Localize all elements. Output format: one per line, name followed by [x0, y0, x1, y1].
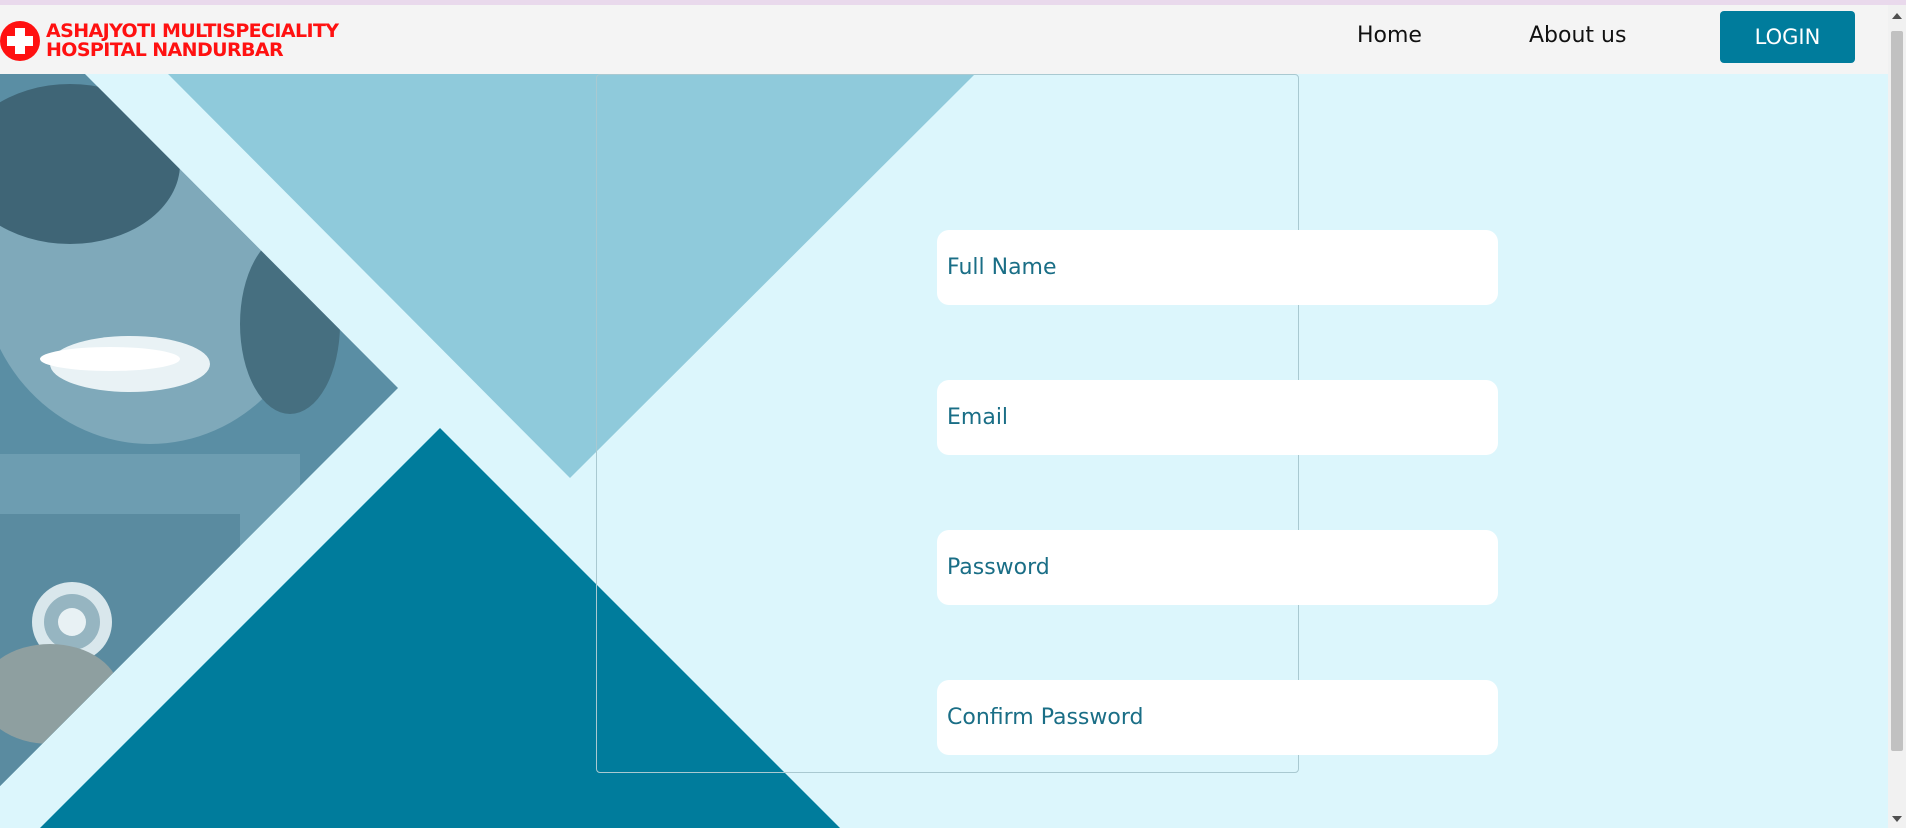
- login-button[interactable]: LOGIN: [1720, 11, 1855, 63]
- password-input[interactable]: [937, 530, 1498, 605]
- header-navbar: ASHAJYOTI MULTISPECIALITY HOSPITAL NANDU…: [0, 5, 1906, 74]
- brand-logo[interactable]: ASHAJYOTI MULTISPECIALITY HOSPITAL NANDU…: [0, 19, 339, 63]
- brand-name: ASHAJYOTI MULTISPECIALITY HOSPITAL NANDU…: [46, 22, 339, 61]
- full-name-input[interactable]: [937, 230, 1498, 305]
- nav-link-home[interactable]: Home: [1357, 23, 1422, 48]
- scroll-down-arrow-icon[interactable]: [1892, 816, 1902, 822]
- email-input[interactable]: [937, 380, 1498, 455]
- vertical-scrollbar[interactable]: [1888, 5, 1906, 828]
- nav-link-about-us[interactable]: About us: [1529, 23, 1626, 48]
- scrollbar-thumb[interactable]: [1891, 31, 1903, 751]
- scroll-up-arrow-icon[interactable]: [1892, 13, 1902, 19]
- confirm-password-input[interactable]: [937, 680, 1498, 755]
- red-cross-icon: [0, 21, 40, 61]
- brand-name-line2: HOSPITAL NANDURBAR: [46, 39, 284, 61]
